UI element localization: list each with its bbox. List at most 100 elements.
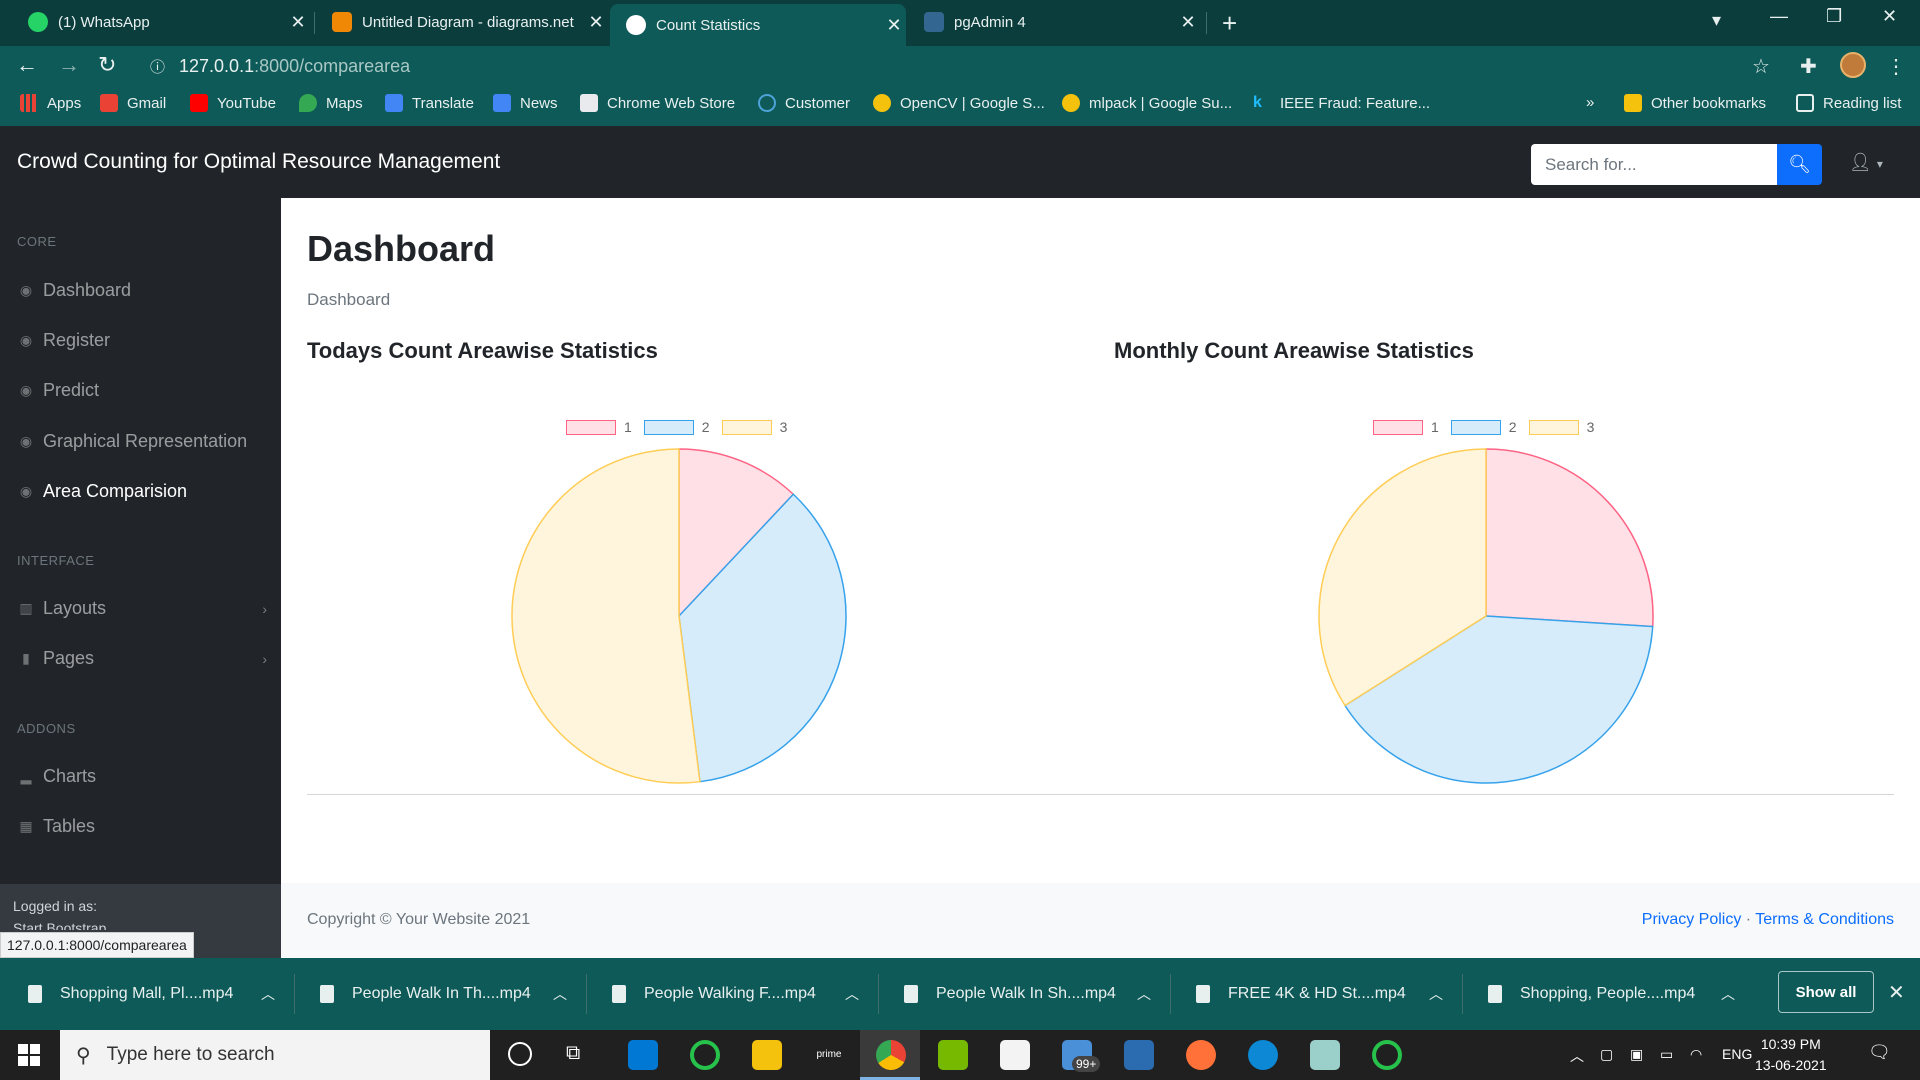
bookmark-other[interactable]: Other bookmarks bbox=[1624, 94, 1766, 112]
close-tab-icon[interactable]: ✕ bbox=[286, 12, 310, 33]
tab-diagrams[interactable]: Untitled Diagram - diagrams.net ✕ bbox=[316, 2, 608, 42]
legend-swatch-1[interactable] bbox=[1373, 419, 1423, 435]
chevron-up-icon[interactable]: ︿ bbox=[827, 984, 877, 1004]
new-tab-button[interactable]: + bbox=[1222, 8, 1237, 39]
wifi-icon[interactable]: ◠ bbox=[1690, 1046, 1702, 1063]
edge-icon[interactable] bbox=[1248, 1040, 1278, 1070]
bookmark-mlpack[interactable]: mlpack | Google Su... bbox=[1062, 94, 1232, 112]
firefox-icon[interactable] bbox=[1186, 1040, 1216, 1070]
media-player-icon[interactable] bbox=[1124, 1040, 1154, 1070]
tab-count-statistics[interactable]: Count Statistics ✕ bbox=[610, 4, 906, 46]
bookmark-ieee-fraud[interactable]: k IEEE Fraud: Feature... bbox=[1253, 94, 1430, 112]
bookmark-apps[interactable]: Apps bbox=[20, 94, 81, 112]
reload-icon[interactable]: ↻ bbox=[98, 52, 116, 78]
legend-swatch-2[interactable] bbox=[1450, 419, 1501, 435]
back-icon[interactable]: ← bbox=[16, 52, 38, 78]
download-item[interactable]: FREE 4K & HD St....mp4 ︿ bbox=[1168, 958, 1461, 1030]
user-dropdown[interactable]: 👤︎ ▾ bbox=[1849, 152, 1883, 173]
pie-slice-3[interactable] bbox=[511, 448, 701, 784]
display-icon[interactable]: ▣ bbox=[1630, 1046, 1643, 1063]
sidebar-item-register[interactable]: ◉ Register bbox=[17, 330, 267, 351]
search-button[interactable]: 🔍︎ bbox=[1777, 144, 1822, 185]
chevron-up-icon[interactable]: ︿ bbox=[1411, 984, 1461, 1004]
extensions-icon[interactable]: ✚ bbox=[1800, 54, 1817, 79]
spinner-app-icon[interactable] bbox=[1372, 1040, 1402, 1070]
browser-menu-icon[interactable]: ⋮ bbox=[1886, 54, 1906, 79]
legend-label-2[interactable]: 2 bbox=[1509, 419, 1517, 435]
reading-list-button[interactable]: Reading list bbox=[1796, 94, 1901, 112]
legend-swatch-3[interactable] bbox=[721, 419, 772, 435]
close-tab-icon[interactable]: ✕ bbox=[584, 12, 608, 33]
bookmark-customer[interactable]: Customer bbox=[758, 94, 850, 112]
legend-label-2[interactable]: 2 bbox=[702, 419, 710, 435]
download-item[interactable]: People Walk In Th....mp4 ︿ bbox=[292, 958, 585, 1030]
legend-label-1[interactable]: 1 bbox=[624, 419, 632, 435]
sidebar-item-area-comparision[interactable]: ◉ Area Comparision bbox=[17, 481, 267, 502]
sidebar-item-graphical-representation[interactable]: ◉ Graphical Representation bbox=[17, 431, 267, 452]
close-tab-icon[interactable]: ✕ bbox=[882, 15, 906, 36]
profile-avatar[interactable] bbox=[1840, 52, 1866, 78]
notes-app-icon[interactable] bbox=[1310, 1040, 1340, 1070]
sidebar-item-dashboard[interactable]: ◉ Dashboard bbox=[17, 280, 267, 301]
forward-icon[interactable]: → bbox=[58, 52, 80, 78]
system-clock[interactable]: 10:39 PM 13-06-2021 bbox=[1755, 1034, 1827, 1076]
store-icon[interactable] bbox=[1000, 1040, 1030, 1070]
legend-swatch-3[interactable] bbox=[1528, 419, 1579, 435]
cortana-icon[interactable] bbox=[508, 1042, 532, 1066]
nvidia-icon[interactable] bbox=[938, 1040, 968, 1070]
chevron-up-icon[interactable]: ︿ bbox=[243, 984, 293, 1004]
tab-search-icon[interactable]: ▾ bbox=[1712, 10, 1721, 31]
bookmark-opencv[interactable]: OpenCV | Google S... bbox=[873, 94, 1045, 112]
navbar-brand[interactable]: Crowd Counting for Optimal Resource Mana… bbox=[17, 150, 500, 174]
tab-whatsapp[interactable]: (1) WhatsApp ✕ bbox=[12, 2, 310, 42]
battery-icon[interactable]: ▭ bbox=[1660, 1046, 1673, 1063]
restore-icon[interactable]: ❐ bbox=[1826, 6, 1842, 27]
spinner-app-icon[interactable] bbox=[690, 1040, 720, 1070]
notification-icon[interactable]: 🗨︎ bbox=[1868, 1042, 1891, 1063]
legend-swatch-2[interactable] bbox=[643, 419, 694, 435]
download-item[interactable]: People Walking F....mp4 ︿ bbox=[584, 958, 877, 1030]
chrome-icon[interactable] bbox=[876, 1040, 906, 1070]
bookmark-translate[interactable]: Translate bbox=[385, 94, 474, 112]
bookmark-chrome-web-store[interactable]: Chrome Web Store bbox=[580, 94, 735, 112]
bookmark-gmail[interactable]: Gmail bbox=[100, 94, 166, 112]
chevron-up-icon[interactable]: ︿ bbox=[1703, 984, 1753, 1004]
file-explorer-icon[interactable] bbox=[752, 1040, 782, 1070]
bookmark-youtube[interactable]: YouTube bbox=[190, 94, 276, 112]
sidebar-item-pages[interactable]: ▮ Pages › bbox=[17, 648, 267, 669]
close-window-icon[interactable]: ✕ bbox=[1882, 6, 1897, 27]
meet-now-icon[interactable]: ▢ bbox=[1600, 1046, 1613, 1063]
legend-swatch-1[interactable] bbox=[566, 419, 616, 435]
legend-label-3[interactable]: 3 bbox=[1587, 419, 1595, 435]
site-info-icon[interactable]: ⓘ bbox=[150, 56, 165, 77]
vscode-icon[interactable] bbox=[628, 1040, 658, 1070]
terms-link[interactable]: Terms & Conditions bbox=[1755, 911, 1894, 928]
windows-start-icon[interactable] bbox=[18, 1044, 40, 1066]
privacy-policy-link[interactable]: Privacy Policy bbox=[1642, 911, 1742, 928]
bookmark-maps[interactable]: Maps bbox=[299, 94, 363, 112]
show-all-downloads-button[interactable]: Show all bbox=[1778, 971, 1874, 1013]
search-input[interactable] bbox=[1531, 144, 1777, 185]
task-view-icon[interactable]: ⧉ bbox=[566, 1042, 580, 1065]
sidebar-item-predict[interactable]: ◉ Predict bbox=[17, 380, 267, 401]
legend-label-3[interactable]: 3 bbox=[780, 419, 788, 435]
pie-slice-1[interactable] bbox=[1485, 448, 1654, 628]
bookmark-star-icon[interactable]: ☆ bbox=[1752, 54, 1770, 79]
bookmarks-overflow-button[interactable]: » bbox=[1586, 94, 1594, 111]
sidebar-item-tables[interactable]: ▦ Tables bbox=[17, 816, 267, 837]
close-tab-icon[interactable]: ✕ bbox=[1176, 12, 1200, 33]
tab-pgadmin[interactable]: pgAdmin 4 ✕ bbox=[908, 2, 1200, 42]
sidebar-item-charts[interactable]: ▂ Charts bbox=[17, 766, 267, 787]
taskbar-search-box[interactable]: ⚲ Type here to search bbox=[60, 1030, 490, 1080]
download-item[interactable]: Shopping, People....mp4 ︿ bbox=[1460, 958, 1753, 1030]
close-downloads-icon[interactable]: ✕ bbox=[1888, 980, 1905, 1005]
legend-label-1[interactable]: 1 bbox=[1431, 419, 1439, 435]
bookmark-news[interactable]: News bbox=[493, 94, 558, 112]
chevron-up-icon[interactable]: ︿ bbox=[1119, 984, 1169, 1004]
download-item[interactable]: People Walk In Sh....mp4 ︿ bbox=[876, 958, 1169, 1030]
language-indicator[interactable]: ENG bbox=[1722, 1046, 1752, 1062]
download-item[interactable]: Shopping Mall, Pl....mp4 ︿ bbox=[0, 958, 293, 1030]
prime-video-icon[interactable]: prime bbox=[814, 1040, 844, 1070]
chevron-up-icon[interactable]: ︿ bbox=[535, 984, 585, 1004]
chevron-up-icon[interactable]: ︿ bbox=[1570, 1046, 1584, 1066]
